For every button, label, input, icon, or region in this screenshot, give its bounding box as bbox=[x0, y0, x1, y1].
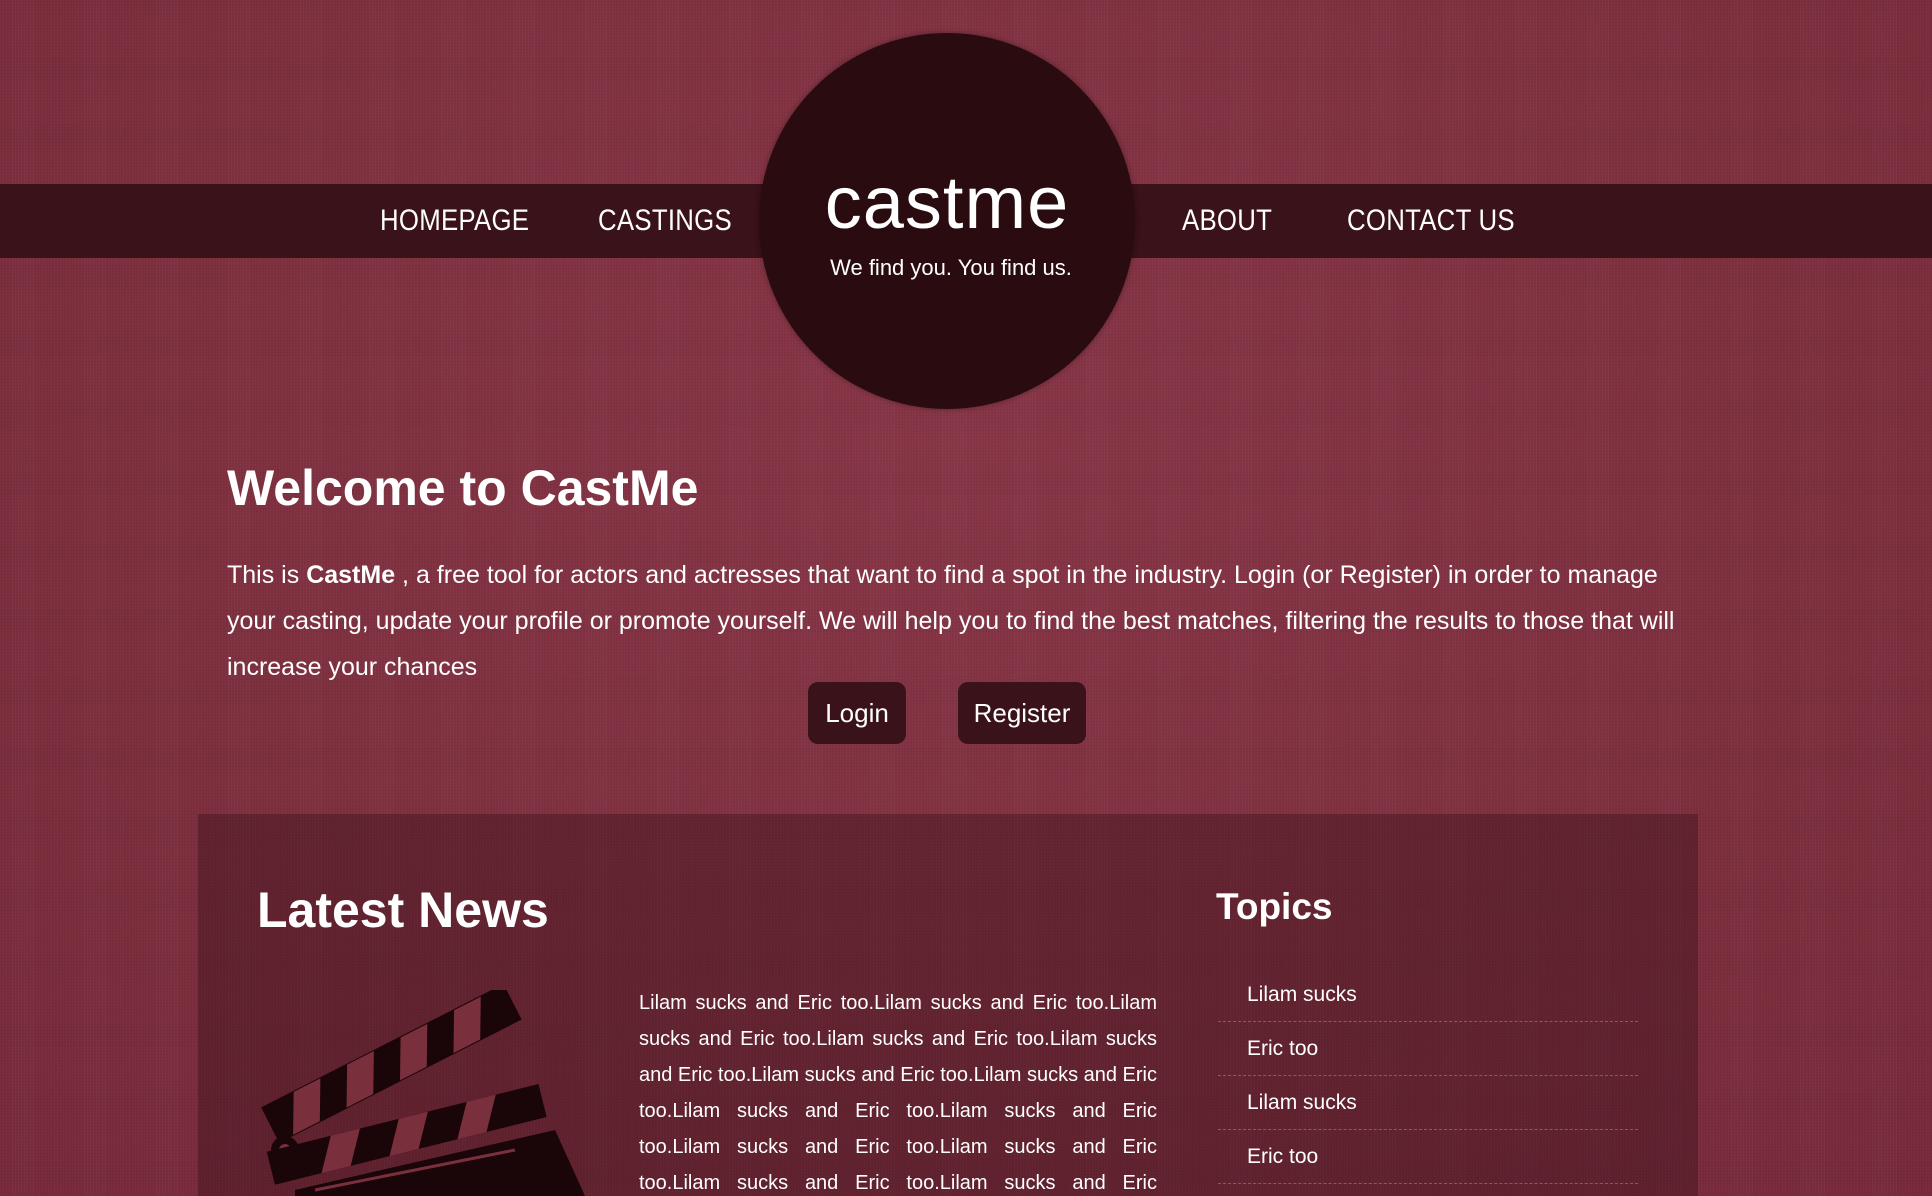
topic-item[interactable]: Lilam sucks bbox=[1218, 968, 1638, 1022]
topics-heading: Topics bbox=[1216, 886, 1333, 927]
topic-item[interactable]: Lilam sucks bbox=[1218, 1076, 1638, 1130]
clapperboard-icon bbox=[255, 983, 585, 1196]
intro-text: , a free tool for actors and actresses t… bbox=[227, 561, 1675, 681]
login-button[interactable]: Login bbox=[808, 682, 906, 744]
logo-badge[interactable]: castme We find you. You find us. bbox=[759, 33, 1135, 409]
intro-prefix: This is bbox=[227, 561, 307, 589]
intro-paragraph: This is CastMe , a free tool for actors … bbox=[227, 552, 1707, 690]
register-button[interactable]: Register bbox=[958, 682, 1086, 744]
nav-contact-us[interactable]: CONTACT US bbox=[1347, 184, 1515, 258]
news-article-text: Lilam sucks and Eric too.Lilam sucks and… bbox=[639, 992, 1157, 1194]
intro-brand: CastMe bbox=[306, 561, 396, 589]
topic-item[interactable]: Eric too bbox=[1218, 1130, 1638, 1184]
logo-tagline: We find you. You find us. bbox=[830, 255, 1072, 280]
nav-homepage[interactable]: HOMEPAGE bbox=[380, 184, 529, 258]
latest-news-heading: Latest News bbox=[257, 882, 549, 938]
nav-castings[interactable]: CASTINGS bbox=[598, 184, 732, 258]
welcome-heading: Welcome to CastMe bbox=[227, 460, 699, 516]
nav-about[interactable]: ABOUT bbox=[1182, 184, 1272, 258]
topic-item[interactable]: Eric too bbox=[1218, 1022, 1638, 1076]
logo-title: castme bbox=[824, 161, 1070, 244]
